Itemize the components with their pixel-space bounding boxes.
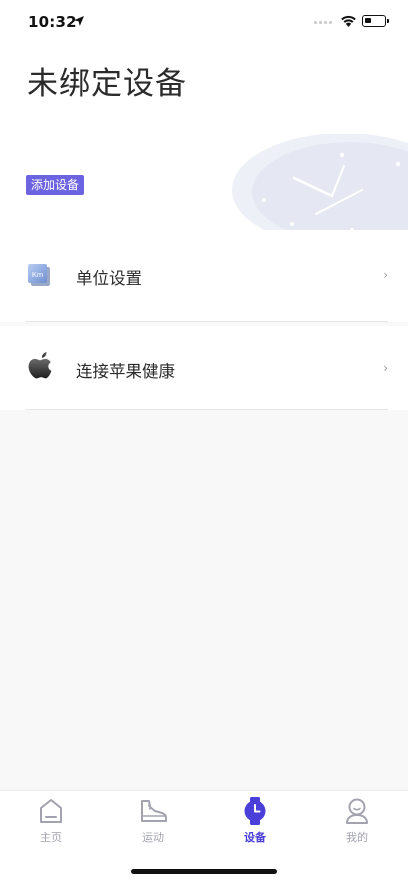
apple-health-row[interactable]: 连接苹果健康 › [0,326,408,410]
unit-settings-label: 单位设置 [76,269,142,288]
add-device-button[interactable]: 添加设备 [26,175,85,195]
device-header: 未绑定设备 添加设备 [0,44,408,230]
sneaker-icon [141,800,167,822]
home-indicator [131,869,277,874]
apple-logo-icon [28,352,52,379]
tab-sport[interactable]: 运动 [102,797,204,849]
profile-icon [346,798,368,824]
status-bar: 10:32 [0,0,408,44]
page-title: 未绑定设备 [27,66,187,102]
row-divider [26,321,388,322]
battery-level [365,18,371,23]
tab-device-label: 设备 [244,831,266,844]
tab-profile[interactable]: 我的 [306,797,408,849]
status-time: 10:32 [28,13,77,31]
km-icon-text: Km [32,270,43,279]
tab-profile-label: 我的 [346,831,368,844]
watch-icon [244,797,266,825]
apple-health-label: 连接苹果健康 [76,362,175,381]
unit-settings-row[interactable]: Km 单位设置 › [0,230,408,322]
tab-home-label: 主页 [40,831,62,844]
tab-sport-label: 运动 [142,831,164,844]
status-indicators [314,14,389,30]
battery-cap [387,19,389,23]
tab-home[interactable]: 主页 [0,797,102,849]
clock-illustration [232,134,408,230]
home-icon [40,799,62,823]
battery-icon [362,15,386,27]
chevron-right-icon: › [383,361,388,375]
wifi-icon [341,15,356,27]
tab-device[interactable]: 设备 [204,797,306,849]
km-unit-icon: Km [28,264,50,286]
row-divider [26,409,388,410]
location-arrow-icon [74,16,84,26]
chevron-right-icon: › [383,268,388,282]
cellular-signal-icon [314,21,334,25]
